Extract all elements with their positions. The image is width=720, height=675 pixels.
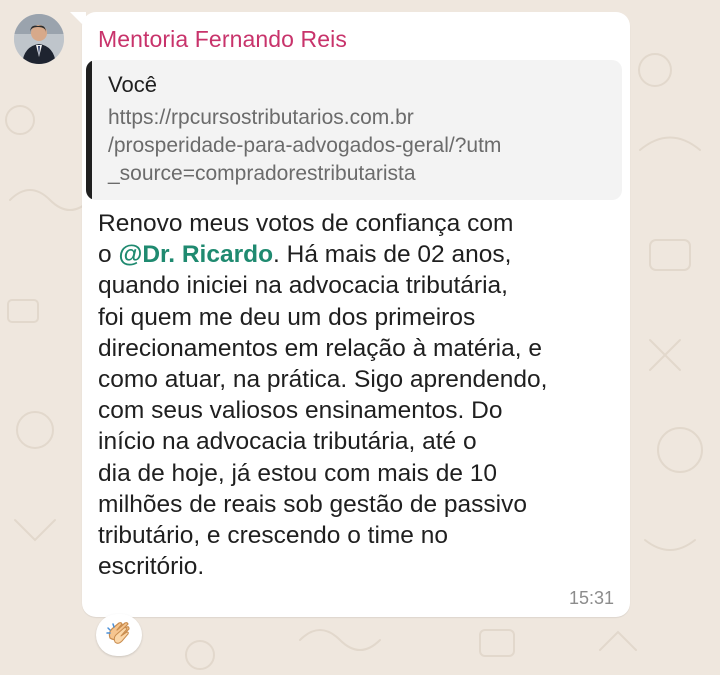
message-line: como atuar, na prática. Sigo aprendendo,	[98, 366, 548, 394]
quote-line: /prosperidade-para-advogados-geral/?utm	[108, 134, 502, 157]
message-line: Renovo meus votos de confiança com	[98, 210, 514, 237]
message-timestamp: 15:31	[568, 588, 614, 608]
message-line: escritório.	[98, 553, 205, 581]
message-line: foi quem me deu um dos primeiros	[98, 303, 476, 331]
message-line: com seus valiosos ensinamentos. Do	[98, 397, 503, 425]
message-bubble[interactable]: Mentoria Fernando Reis Você https://rpcu…	[82, 12, 630, 617]
message-line-with-mention: o @Dr. Ricardo. Há mais de 02 anos,	[98, 239, 618, 270]
clapping-hands-icon	[106, 622, 130, 644]
quote-text: https://rpcursostributarios.com.br /pros…	[108, 104, 608, 188]
message-line: tributário, e crescendo o time no	[98, 522, 448, 550]
sender-name[interactable]: Mentoria Fernando Reis	[98, 26, 347, 53]
message-line: direcionamentos em relação à matéria, e	[98, 334, 542, 362]
quote-accent-bar	[86, 60, 92, 200]
reaction-badge[interactable]	[96, 614, 142, 656]
message-fragment: o	[98, 241, 119, 269]
message-line: milhões de reais sob gestão de passivo	[98, 490, 528, 518]
message-line: início na advocacia tributária, até o	[98, 428, 477, 456]
quote-author: Você	[108, 72, 157, 97]
quoted-message[interactable]: Você https://rpcursostributarios.com.br …	[86, 60, 622, 200]
message-text: Renovo meus votos de confiança com o @Dr…	[98, 208, 618, 582]
message-line: dia de hoje, já estou com mais de 10	[98, 459, 498, 487]
sender-avatar[interactable]	[14, 14, 64, 64]
message-fragment: . Há mais de 02 anos,	[273, 241, 512, 269]
mention-link[interactable]: @Dr. Ricardo	[118, 241, 273, 268]
quote-line: https://rpcursostributarios.com.br	[108, 106, 414, 129]
message-line: quando iniciei na advocacia tributária,	[98, 272, 508, 300]
person-avatar-icon	[14, 14, 64, 64]
quote-line: _source=compradorestributarista	[108, 162, 416, 185]
